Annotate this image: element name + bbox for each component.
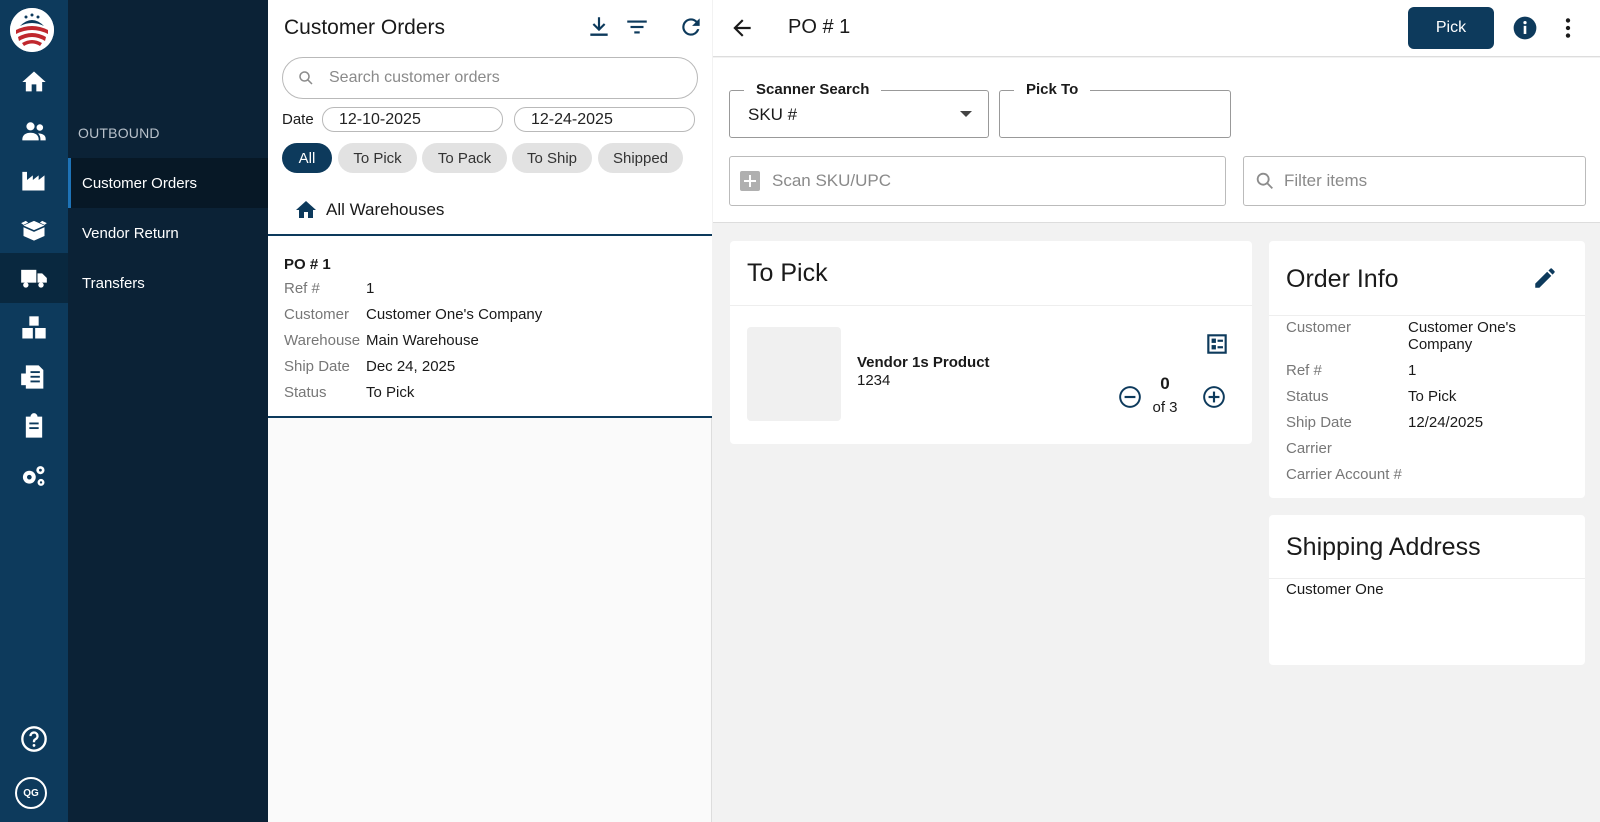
edit-pencil-icon[interactable]: [1532, 265, 1558, 291]
info-row-customer: Customer Customer One's Company: [1286, 319, 1516, 353]
open-box-icon[interactable]: [0, 204, 68, 254]
to-pick-panel: To Pick Vendor 1s Product 1234 0 of 3: [730, 241, 1252, 444]
search-icon: [299, 71, 313, 85]
sub-navigation: OUTBOUND Customer Orders Vendor Return T…: [68, 0, 268, 822]
pick-to-label: Pick To: [1014, 81, 1091, 98]
back-arrow-icon[interactable]: [729, 15, 755, 41]
scan-sku-placeholder: Scan SKU/UPC: [772, 171, 892, 190]
product-name: Vendor 1s Product: [857, 354, 990, 371]
orders-list-panel: Customer Orders Search customer orders D…: [268, 0, 712, 822]
order-field-warehouse: Warehouse Main Warehouse: [284, 332, 479, 349]
more-vert-icon[interactable]: [1555, 15, 1581, 41]
filter-chip-to-pick[interactable]: To Pick: [338, 143, 417, 173]
scan-sku-input[interactable]: Scan SKU/UPC: [729, 156, 1226, 206]
filter-chip-to-ship[interactable]: To Ship: [512, 143, 592, 173]
divider: [1269, 578, 1585, 579]
filter-chip-to-pack[interactable]: To Pack: [422, 143, 507, 173]
settings-gears-icon[interactable]: [0, 451, 68, 501]
subnav-item-customer-orders[interactable]: Customer Orders: [68, 158, 268, 208]
pick-to-field[interactable]: Pick To: [999, 81, 1231, 138]
help-icon[interactable]: [0, 714, 68, 764]
info-row-carrier: Carrier: [1286, 440, 1332, 457]
divider: [1269, 315, 1585, 316]
scanner-search-label: Scanner Search: [744, 81, 882, 98]
date-to-input[interactable]: 12-24-2025: [514, 107, 695, 132]
item-details-icon[interactable]: [1204, 331, 1230, 357]
download-icon[interactable]: [586, 14, 612, 40]
scanner-search-select[interactable]: Scanner Search SKU #: [729, 81, 989, 138]
order-card[interactable]: PO # 1 Ref #1 Customer Customer One's Com…: [268, 234, 712, 418]
divider: [730, 305, 1252, 306]
orders-list-title: Customer Orders: [284, 16, 446, 39]
scanner-search-value: SKU #: [748, 105, 798, 124]
to-pick-title: To Pick: [747, 259, 828, 287]
info-row-ref: Ref #1: [1286, 362, 1417, 379]
shipping-address-title: Shipping Address: [1286, 533, 1481, 561]
info-icon[interactable]: [1512, 15, 1538, 41]
warehouse-selector[interactable]: All Warehouses: [294, 198, 444, 222]
info-row-status: Status To Pick: [1286, 388, 1457, 405]
subnav-item-transfers[interactable]: Transfers: [68, 258, 268, 308]
date-from-input[interactable]: 12-10-2025: [322, 107, 503, 132]
user-avatar[interactable]: QG: [15, 777, 47, 809]
order-card-title: PO # 1: [284, 256, 331, 273]
logo-eagle-flag[interactable]: [10, 8, 54, 52]
dropdown-caret-icon: [960, 111, 972, 117]
search-icon: [1256, 172, 1273, 189]
filter-items-input[interactable]: Filter items: [1243, 156, 1586, 206]
order-info-title: Order Info: [1286, 265, 1399, 293]
order-field-status: Status To Pick: [284, 384, 415, 401]
icon-rail: QG: [0, 0, 68, 822]
add-box-icon: [740, 171, 760, 191]
date-label: Date: [282, 111, 314, 128]
refresh-icon[interactable]: [678, 14, 704, 40]
filter-chip-all[interactable]: All: [282, 143, 332, 173]
nav-section-outbound: OUTBOUND: [78, 125, 160, 141]
shipping-address-panel: Shipping Address Customer One: [1269, 515, 1585, 665]
info-row-carrier-account: Carrier Account #: [1286, 466, 1402, 483]
product-thumbnail: [747, 327, 841, 421]
order-field-ship-date: Ship Date Dec 24, 2025: [284, 358, 456, 375]
factory-icon[interactable]: [0, 155, 68, 205]
pick-button[interactable]: Pick: [1408, 7, 1494, 49]
subnav-item-vendor-return[interactable]: Vendor Return: [68, 208, 268, 258]
clipboard-icon[interactable]: [0, 401, 68, 451]
order-info-panel: Order Info Customer Customer One's Compan…: [1269, 241, 1585, 498]
invoice-icon[interactable]: [0, 352, 68, 402]
info-row-ship-date: Ship Date 12/24/2025: [1286, 414, 1484, 431]
orders-list-header: Customer Orders Search customer orders D…: [268, 0, 712, 236]
pick-quantity-total: of 3: [1152, 399, 1178, 416]
scan-bar: Scanner Search SKU # Pick To Scan SKU/UP…: [713, 58, 1600, 223]
home-icon: [296, 201, 316, 218]
order-field-customer: Customer Customer One's Company: [284, 306, 543, 323]
increment-icon[interactable]: [1201, 384, 1227, 410]
filter-chip-shipped[interactable]: Shipped: [598, 143, 683, 173]
product-sku: 1234: [857, 372, 891, 389]
warehouse-label: All Warehouses: [326, 200, 445, 219]
filter-items-placeholder: Filter items: [1284, 171, 1368, 190]
detail-top-bar: PO # 1 Pick: [713, 0, 1600, 57]
boxes-icon[interactable]: [0, 303, 68, 353]
home-icon[interactable]: [0, 57, 68, 107]
pick-quantity: 0: [1160, 374, 1170, 393]
detail-title: PO # 1: [788, 16, 851, 38]
shipping-address-line: Customer One: [1286, 581, 1384, 598]
search-placeholder: Search customer orders: [329, 69, 500, 86]
filter-icon[interactable]: [624, 14, 650, 40]
search-orders-input[interactable]: Search customer orders: [282, 57, 698, 99]
order-field-ref: Ref #1: [284, 280, 375, 297]
users-icon[interactable]: [0, 106, 68, 156]
truck-icon[interactable]: [0, 253, 68, 303]
